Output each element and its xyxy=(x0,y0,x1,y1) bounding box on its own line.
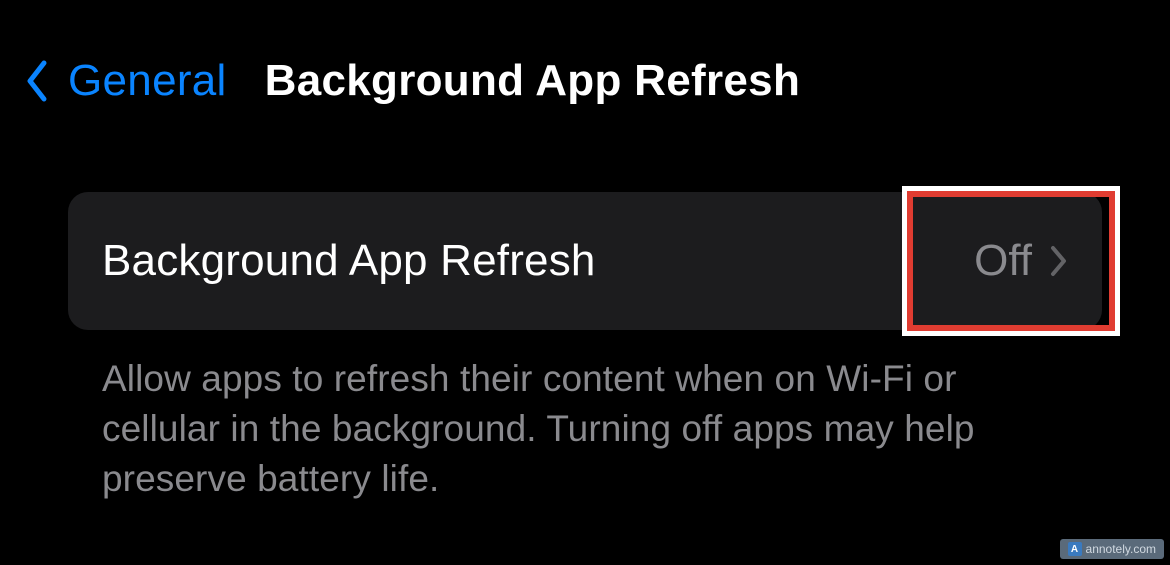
background-app-refresh-row[interactable]: Background App Refresh Off xyxy=(68,192,1102,330)
back-button-label[interactable]: General xyxy=(68,56,227,106)
row-label: Background App Refresh xyxy=(102,236,596,286)
watermark-icon: A xyxy=(1068,542,1082,556)
footer-description: Allow apps to refresh their content when… xyxy=(68,330,1102,504)
content-area: Background App Refresh Off Allow apps to… xyxy=(0,106,1170,504)
nav-header: General Background App Refresh xyxy=(0,0,1170,106)
row-value: Off xyxy=(974,236,1032,286)
page-title: Background App Refresh xyxy=(265,56,800,106)
chevron-right-icon xyxy=(1050,245,1068,277)
watermark: A annotely.com xyxy=(1060,539,1164,559)
row-right-group: Off xyxy=(974,236,1068,286)
watermark-text: annotely.com xyxy=(1086,542,1156,556)
back-chevron-icon[interactable] xyxy=(24,59,50,103)
